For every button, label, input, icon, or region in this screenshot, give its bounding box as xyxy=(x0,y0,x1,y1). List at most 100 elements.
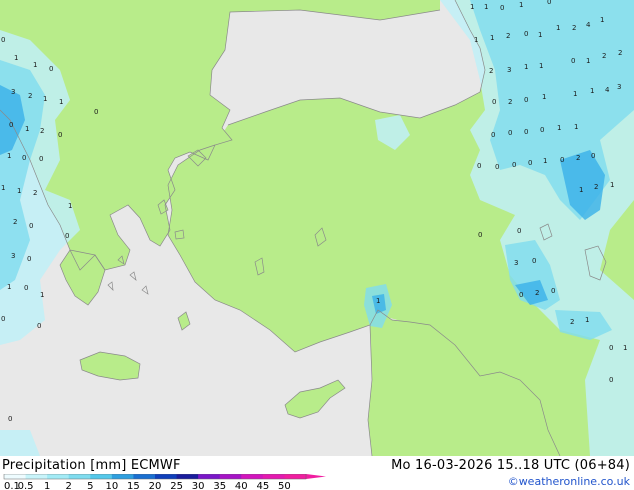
precip-value-label: 3 xyxy=(514,259,518,267)
precip-value-label: 2 xyxy=(594,183,598,191)
scale-tick-label: 50 xyxy=(278,481,291,490)
precip-value-label: 2 xyxy=(618,49,622,57)
scale-swatch xyxy=(133,474,156,479)
site-credit[interactable]: ©weatheronline.co.uk xyxy=(508,475,630,488)
precip-value-label: 2 xyxy=(489,67,493,75)
scale-overflow-arrow xyxy=(306,474,326,479)
scale-tick-label: 25 xyxy=(170,481,183,490)
precip-value-label: 0 xyxy=(29,222,33,230)
precip-value-label: 0 xyxy=(571,57,575,65)
precip-value-label: 0 xyxy=(540,126,544,134)
precip-value-label: 1 xyxy=(7,152,11,160)
map-footer: Precipitation [mm] ECMWF Mo 16-03-2026 1… xyxy=(0,456,634,490)
model-name: ECMWF xyxy=(130,458,181,473)
precip-value-label: 1 xyxy=(542,93,546,101)
scale-swatch xyxy=(68,474,91,479)
precip-value-label: 0 xyxy=(49,65,53,73)
precip-value-label: 0 xyxy=(524,128,528,136)
precip-value-label: 0 xyxy=(551,287,555,295)
precip-value-label: 1 xyxy=(519,1,523,9)
precip-value-label: 1 xyxy=(524,63,528,71)
precip-value-label: 2 xyxy=(602,52,606,60)
precip-value-label: 1 xyxy=(610,181,614,189)
precip-value-label: 1 xyxy=(59,98,63,106)
precip-value-label: 1 xyxy=(573,90,577,98)
scale-swatch xyxy=(284,474,307,479)
precip-value-label: 0 xyxy=(609,344,613,352)
precip-value-label: 2 xyxy=(576,154,580,162)
precip-value-label: 0 xyxy=(478,231,482,239)
precip-value-label: 0 xyxy=(24,284,28,292)
scale-tick-label: 45 xyxy=(256,481,269,490)
precip-value-label: 2 xyxy=(508,98,512,106)
scale-tick-label: 35 xyxy=(213,481,226,490)
product-title: Precipitation [mm] ECMWF xyxy=(2,458,181,473)
precip-value-label: 0 xyxy=(58,131,62,139)
precip-value-label: 3 xyxy=(11,88,15,96)
precip-value-label: 1 xyxy=(579,186,583,194)
precip-value-label: 0 xyxy=(517,227,521,235)
precip-value-label: 0 xyxy=(37,322,41,330)
scale-swatch xyxy=(47,474,70,479)
precip-value-label: 0 xyxy=(22,154,26,162)
product-name: Precipitation [mm] xyxy=(2,458,127,473)
precip-value-label: 0 xyxy=(39,155,43,163)
scale-swatch xyxy=(241,474,264,479)
precip-value-label: 1 xyxy=(623,344,627,352)
precip-value-label: 1 xyxy=(1,184,5,192)
precip-value-label: 1 xyxy=(474,36,478,44)
precip-value-label: 0 xyxy=(524,96,528,104)
precip-value-label: 0 xyxy=(8,415,12,423)
scale-tick-label: 30 xyxy=(192,481,205,490)
precip-value-label: 1 xyxy=(586,57,590,65)
precip-value-label: 2 xyxy=(40,127,44,135)
precipitation-color-scale: 0.10.5 1 2 5 10 15 20 25 30 35 40 45 50 xyxy=(3,474,326,490)
scale-swatch xyxy=(155,474,178,479)
scale-tick-label: 2 xyxy=(66,481,72,490)
precip-value-label: 2 xyxy=(535,289,539,297)
precip-value-label: 0 xyxy=(65,232,69,240)
precip-value-label: 1 xyxy=(585,316,589,324)
precip-value-label: 1 xyxy=(600,16,604,24)
precip-value-label: 1 xyxy=(17,187,21,195)
precip-value-label: 1 xyxy=(557,124,561,132)
precip-value-label: 1 xyxy=(590,87,594,95)
precip-value-label: 1 xyxy=(40,291,44,299)
precip-value-label: 3 xyxy=(507,66,511,74)
precip-value-label: 2 xyxy=(506,32,510,40)
precip-value-label: 0 xyxy=(591,152,595,160)
precip-value-label: 2 xyxy=(572,24,576,32)
precip-value-label: 0 xyxy=(1,315,5,323)
precip-value-label: 1 xyxy=(556,24,560,32)
precip-value-label: 2 xyxy=(570,318,574,326)
precip-value-label: 0 xyxy=(508,129,512,137)
precipitation-map: 1 1 0 1 01 1 2 0 11 2 412 3 1 10 12 20 2 0 1 1 1 4 30 0 0 0 1 10 0 0 0… xyxy=(0,0,634,456)
precip-value-label: 1 xyxy=(14,54,18,62)
precip-value-label: 2 xyxy=(13,218,17,226)
precip-value-label: 1 xyxy=(376,297,380,305)
precip-value-label: 1 xyxy=(538,31,542,39)
precip-value-label: 0 xyxy=(528,159,532,167)
precip-value-label: 0 xyxy=(519,291,523,299)
scale-swatch xyxy=(219,474,242,479)
precip-value-label: 0 xyxy=(532,257,536,265)
precip-value-label: 1 xyxy=(484,3,488,11)
precip-value-label: 3 xyxy=(617,83,621,91)
precip-value-label: 1 xyxy=(43,95,47,103)
precip-value-label: 4 xyxy=(605,86,610,94)
precip-value-label: 0 xyxy=(524,30,528,38)
precip-value-label: 0 xyxy=(492,98,496,106)
scale-swatch xyxy=(111,474,134,479)
precip-value-label: 2 xyxy=(33,189,37,197)
precip-value-label: 0 xyxy=(609,376,613,384)
precip-value-label: 0 xyxy=(9,121,13,129)
scale-swatch xyxy=(176,474,199,479)
precip-value-label: 2 xyxy=(28,92,32,100)
scale-swatch xyxy=(198,474,221,479)
scale-swatch xyxy=(25,474,48,479)
precip-value-label: 1 xyxy=(470,3,474,11)
scale-tick-label: 5 xyxy=(87,481,93,490)
precip-value-label: 1 xyxy=(7,283,11,291)
precip-value-label: 0 xyxy=(547,0,551,6)
precip-value-label: 0 xyxy=(27,255,31,263)
